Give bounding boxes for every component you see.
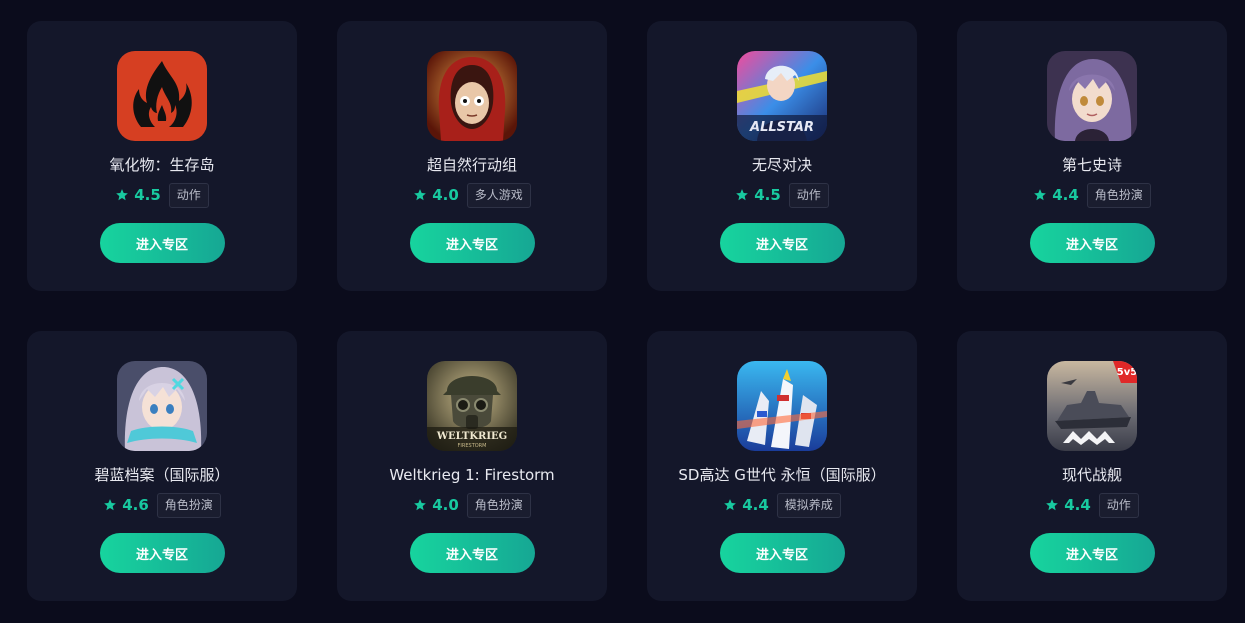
game-rating: 4.0 [413, 186, 459, 204]
enter-zone-button[interactable]: 进入专区 [719, 533, 845, 573]
game-name: SD高达 G世代 永恒（国际服） [678, 466, 886, 484]
star-icon [104, 499, 117, 511]
game-card: 5v5 现代战舰 4.4 动作 进入专区 [957, 331, 1227, 601]
game-icon[interactable] [117, 51, 207, 141]
rating-value: 4.5 [754, 186, 781, 204]
star-icon [414, 189, 427, 201]
game-rating: 4.4 [1033, 186, 1079, 204]
game-name: 现代战舰 [1061, 466, 1122, 484]
game-rating: 4.0 [413, 496, 459, 514]
rating-value: 4.4 [1052, 186, 1079, 204]
gundam-icon [737, 361, 827, 451]
game-icon[interactable]: 5v5 [1047, 361, 1137, 451]
game-card: WELTKRIEG FIRESTORM Weltkrieg 1: Firesto… [337, 331, 607, 601]
rating-value: 4.0 [432, 186, 459, 204]
game-icon[interactable]: ALLSTAR [737, 51, 827, 141]
icon-text: ALLSTAR [749, 120, 814, 135]
game-grid: 氧化物：生存岛 4.5 动作 进入专区 超自然行动组 4.0 多人游戏 进入专区… [27, 21, 1227, 601]
star-icon [414, 499, 427, 511]
game-icon[interactable] [117, 361, 207, 451]
genre-tag: 角色扮演 [1086, 182, 1151, 208]
genre-tag: 模拟养成 [776, 492, 841, 518]
game-card: SD高达 G世代 永恒（国际服） 4.4 模拟养成 进入专区 [647, 331, 917, 601]
game-name: 碧蓝档案（国际服） [94, 466, 230, 484]
flame-icon [117, 51, 207, 141]
game-icon[interactable] [737, 361, 827, 451]
star-icon [1046, 499, 1059, 511]
star-icon [736, 189, 749, 201]
rating-value: 4.5 [134, 186, 161, 204]
game-name: 氧化物：生存岛 [109, 156, 215, 174]
game-card: 超自然行动组 4.0 多人游戏 进入专区 [337, 21, 607, 291]
game-meta: 4.0 角色扮演 [413, 492, 531, 518]
anime-girl-purple-icon [1047, 51, 1137, 141]
game-rating: 4.6 [103, 496, 149, 514]
anime-girl-silver-icon [117, 361, 207, 451]
game-rating: 4.4 [1045, 496, 1091, 514]
gas-mask-soldier-icon: WELTKRIEG FIRESTORM [427, 361, 517, 451]
game-name: 无尽对决 [751, 156, 812, 174]
enter-zone-button[interactable]: 进入专区 [99, 223, 225, 263]
game-meta: 4.4 动作 [1045, 492, 1139, 518]
game-card: 第七史诗 4.4 角色扮演 进入专区 [957, 21, 1227, 291]
enter-zone-button[interactable]: 进入专区 [409, 223, 535, 263]
game-icon[interactable] [427, 51, 517, 141]
rating-value: 4.6 [122, 496, 149, 514]
game-name: 第七史诗 [1061, 156, 1122, 174]
game-card: 碧蓝档案（国际服） 4.6 角色扮演 进入专区 [27, 331, 297, 601]
game-name: 超自然行动组 [426, 156, 517, 174]
enter-zone-button[interactable]: 进入专区 [1029, 533, 1155, 573]
rating-value: 4.0 [432, 496, 459, 514]
game-rating: 4.5 [735, 186, 781, 204]
star-icon [724, 499, 737, 511]
genre-tag: 多人游戏 [466, 182, 531, 208]
game-meta: 4.6 角色扮演 [103, 492, 221, 518]
genre-tag: 动作 [788, 182, 829, 208]
game-card: ALLSTAR 无尽对决 4.5 动作 进入专区 [647, 21, 917, 291]
genre-tag: 动作 [1098, 492, 1139, 518]
star-icon [1034, 189, 1047, 201]
icon-text: WELTKRIEG [436, 431, 507, 442]
genre-tag: 角色扮演 [156, 492, 221, 518]
warship-icon: 5v5 [1047, 361, 1137, 451]
enter-zone-button[interactable]: 进入专区 [409, 533, 535, 573]
genre-tag: 动作 [168, 182, 209, 208]
enter-zone-button[interactable]: 进入专区 [99, 533, 225, 573]
game-meta: 4.5 动作 [735, 182, 829, 208]
genre-tag: 角色扮演 [466, 492, 531, 518]
game-card: 氧化物：生存岛 4.5 动作 进入专区 [27, 21, 297, 291]
enter-zone-button[interactable]: 进入专区 [1029, 223, 1155, 263]
rating-value: 4.4 [742, 496, 769, 514]
game-icon[interactable]: WELTKRIEG FIRESTORM [427, 361, 517, 451]
icon-badge: 5v5 [1117, 367, 1137, 378]
game-meta: 4.4 角色扮演 [1033, 182, 1151, 208]
game-meta: 4.0 多人游戏 [413, 182, 531, 208]
star-icon [116, 189, 129, 201]
game-name: Weltkrieg 1: Firestorm [389, 466, 555, 484]
game-meta: 4.4 模拟养成 [723, 492, 841, 518]
rating-value: 4.4 [1064, 496, 1091, 514]
enter-zone-button[interactable]: 进入专区 [719, 223, 845, 263]
icon-subtext: FIRESTORM [458, 443, 487, 449]
game-meta: 4.5 动作 [115, 182, 209, 208]
game-icon[interactable] [1047, 51, 1137, 141]
game-rating: 4.4 [723, 496, 769, 514]
hooded-girl-icon [427, 51, 517, 141]
game-rating: 4.5 [115, 186, 161, 204]
allstar-icon: ALLSTAR [737, 51, 827, 141]
